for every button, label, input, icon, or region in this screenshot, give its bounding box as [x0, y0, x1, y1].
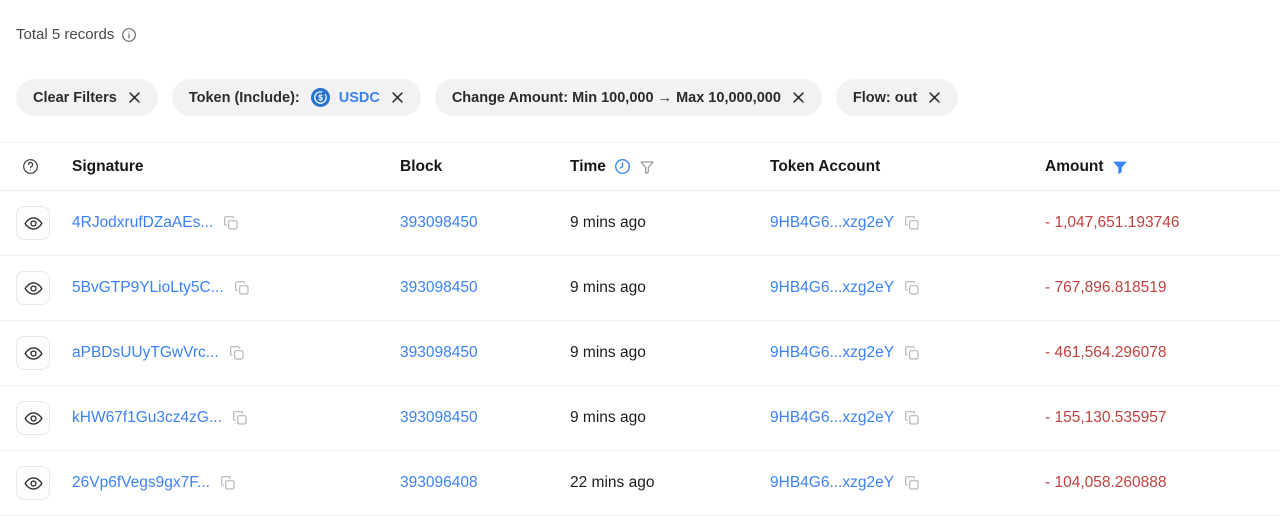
token-account-link[interactable]: 9HB4G6...xzg2eY: [770, 279, 894, 297]
token-filter-symbol: USDC: [339, 90, 380, 106]
token-account-link[interactable]: 9HB4G6...xzg2eY: [770, 409, 894, 427]
copy-icon[interactable]: [229, 345, 245, 361]
table-header-row: Signature Block Time: [0, 142, 1280, 191]
transfers-page: Total 5 records Clear Filters Token (Inc…: [0, 0, 1280, 527]
token-account-link[interactable]: 9HB4G6...xzg2eY: [770, 344, 894, 362]
copy-icon[interactable]: [904, 410, 920, 426]
time-value: 9 mins ago: [570, 409, 646, 427]
amount-value: - 1,047,651.193746: [1045, 214, 1179, 232]
table-row: kHW67f1Gu3cz4zG... 393098450 9 mins ago …: [0, 386, 1280, 451]
block-link[interactable]: 393098450: [400, 409, 478, 427]
signature-link[interactable]: 26Vp6fVegs9gx7F...: [72, 474, 210, 492]
eye-icon[interactable]: [16, 336, 50, 370]
copy-icon[interactable]: [220, 475, 236, 491]
token-filter-chip[interactable]: Token (Include): $ USDC: [172, 79, 421, 116]
column-header-signature: Signature: [72, 158, 400, 176]
block-link[interactable]: 393098450: [400, 344, 478, 362]
amount-value: - 104,058.260888: [1045, 474, 1167, 492]
copy-icon[interactable]: [234, 280, 250, 296]
token-account-link[interactable]: 9HB4G6...xzg2eY: [770, 474, 894, 492]
close-icon[interactable]: [928, 91, 941, 104]
filter-filled-icon[interactable]: [1112, 159, 1128, 175]
table-row: 4RJodxrufDZaAEs... 393098450 9 mins ago …: [0, 191, 1280, 256]
flow-filter-label: Flow: out: [853, 90, 917, 106]
time-value: 9 mins ago: [570, 214, 646, 232]
change-amount-filter-label: Change Amount: Min 100,000 → Max 10,000,…: [452, 90, 781, 106]
table-row: 26Vp6fVegs9gx7F... 393096408 22 mins ago…: [0, 451, 1280, 516]
total-records-label: Total 5 records: [16, 26, 114, 43]
column-header-amount: Amount: [1045, 158, 1280, 176]
info-icon[interactable]: [121, 27, 137, 43]
table-row: 5BvGTP9YLioLty5C... 393098450 9 mins ago…: [0, 256, 1280, 321]
filter-outline-icon[interactable]: [639, 159, 655, 175]
column-header-time: Time: [570, 158, 770, 176]
eye-icon[interactable]: [16, 271, 50, 305]
eye-icon[interactable]: [16, 466, 50, 500]
token-filter-prefix: Token (Include):: [189, 90, 300, 106]
svg-text:$: $: [318, 93, 323, 103]
usdc-icon: $: [311, 88, 330, 107]
token-account-link[interactable]: 9HB4G6...xzg2eY: [770, 214, 894, 232]
amount-value: - 155,130.535957: [1045, 409, 1167, 427]
time-value: 22 mins ago: [570, 474, 654, 492]
time-value: 9 mins ago: [570, 279, 646, 297]
transfers-table: Signature Block Time: [0, 142, 1280, 516]
filter-chips-row: Clear Filters Token (Include): $ USDC Ch…: [16, 79, 1264, 116]
eye-icon[interactable]: [16, 206, 50, 240]
eye-icon[interactable]: [16, 401, 50, 435]
amount-value: - 767,896.818519: [1045, 279, 1167, 297]
copy-icon[interactable]: [904, 215, 920, 231]
signature-link[interactable]: kHW67f1Gu3cz4zG...: [72, 409, 222, 427]
close-icon[interactable]: [128, 91, 141, 104]
close-icon[interactable]: [391, 91, 404, 104]
table-row: aPBDsUUyTGwVrc... 393098450 9 mins ago 9…: [0, 321, 1280, 386]
copy-icon[interactable]: [232, 410, 248, 426]
block-link[interactable]: 393098450: [400, 214, 478, 232]
close-icon[interactable]: [792, 91, 805, 104]
clock-icon[interactable]: [614, 158, 631, 175]
records-summary: Total 5 records: [0, 0, 1280, 43]
copy-icon[interactable]: [904, 475, 920, 491]
copy-icon[interactable]: [904, 345, 920, 361]
block-link[interactable]: 393096408: [400, 474, 478, 492]
copy-icon[interactable]: [904, 280, 920, 296]
clear-filters-label: Clear Filters: [33, 90, 117, 106]
clear-filters-chip[interactable]: Clear Filters: [16, 79, 158, 116]
column-header-token-account: Token Account: [770, 158, 1045, 176]
signature-link[interactable]: 5BvGTP9YLioLty5C...: [72, 279, 224, 297]
help-icon[interactable]: [22, 158, 72, 175]
flow-filter-chip[interactable]: Flow: out: [836, 79, 958, 116]
time-value: 9 mins ago: [570, 344, 646, 362]
column-header-block: Block: [400, 158, 570, 176]
signature-link[interactable]: aPBDsUUyTGwVrc...: [72, 344, 219, 362]
block-link[interactable]: 393098450: [400, 279, 478, 297]
amount-value: - 461,564.296078: [1045, 344, 1167, 362]
change-amount-filter-chip[interactable]: Change Amount: Min 100,000 → Max 10,000,…: [435, 79, 822, 116]
copy-icon[interactable]: [223, 215, 239, 231]
signature-link[interactable]: 4RJodxrufDZaAEs...: [72, 214, 213, 232]
